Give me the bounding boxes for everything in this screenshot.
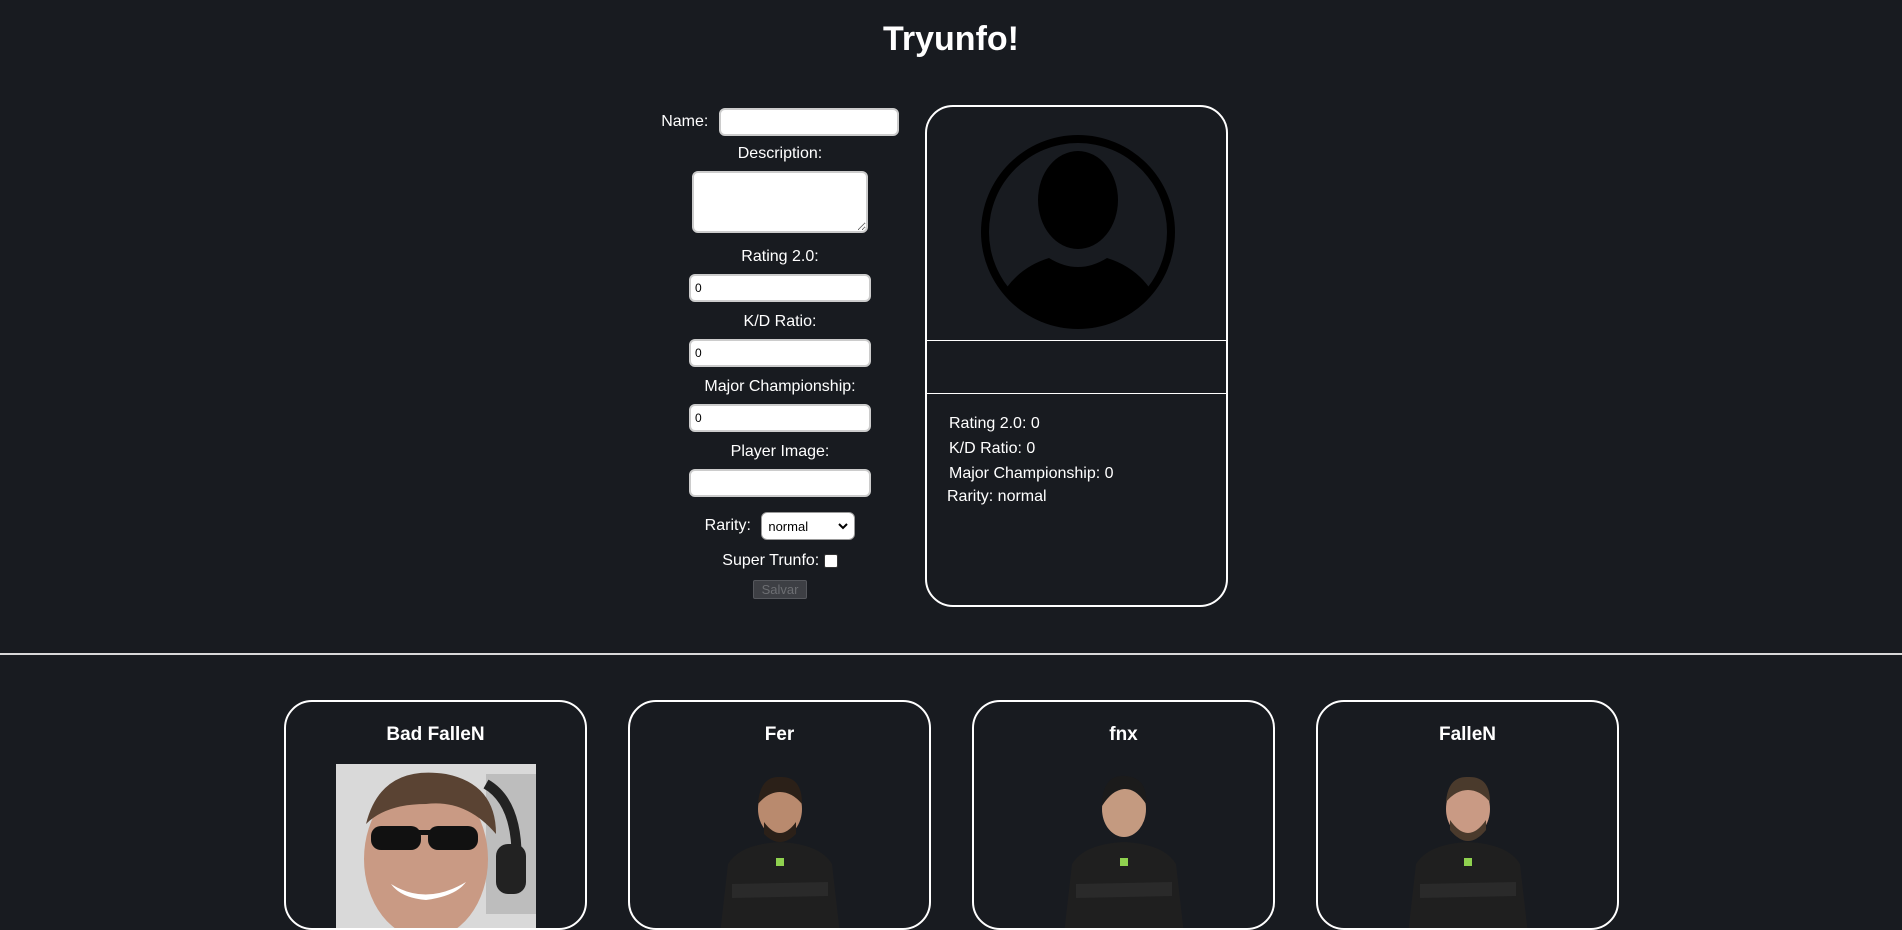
rating-input[interactable] bbox=[689, 274, 871, 302]
player-card: Bad FalleN bbox=[284, 700, 587, 930]
rarity-label: Rarity: bbox=[704, 517, 751, 535]
preview-rating: Rating 2.0: 0 bbox=[949, 415, 1040, 432]
name-input[interactable] bbox=[718, 108, 899, 136]
kd-ratio-input[interactable] bbox=[689, 339, 871, 367]
description-label: Description: bbox=[737, 145, 823, 162]
section-divider bbox=[0, 653, 1902, 655]
major-championship-label: Major Championship: bbox=[704, 378, 856, 395]
card-player-name: Fer bbox=[764, 724, 795, 745]
player-photo-jersey bbox=[1368, 764, 1568, 928]
card-player-name: FalleN bbox=[1438, 724, 1497, 745]
card-player-name: fnx bbox=[1109, 724, 1138, 745]
default-avatar-icon bbox=[977, 124, 1179, 340]
player-image-label: Player Image: bbox=[730, 443, 830, 460]
rarity-selected-value: normal bbox=[768, 518, 809, 534]
chevron-down-icon bbox=[838, 523, 849, 530]
player-card: FalleN bbox=[1316, 700, 1619, 930]
page-title: Tryunfo! bbox=[883, 20, 1019, 58]
rating-label: Rating 2.0: bbox=[741, 248, 819, 265]
card-preview: Rating 2.0: 0 K/D Ratio: 0 Major Champio… bbox=[925, 105, 1228, 607]
preview-name-box bbox=[927, 340, 1226, 394]
description-textarea[interactable] bbox=[692, 171, 868, 233]
player-image-input[interactable] bbox=[689, 469, 871, 497]
card-player-name: Bad FalleN bbox=[386, 724, 485, 745]
kd-ratio-label: K/D Ratio: bbox=[743, 313, 817, 330]
player-card: fnx bbox=[972, 700, 1275, 930]
player-photo-jersey bbox=[1024, 764, 1224, 928]
super-trunfo-checkbox[interactable] bbox=[823, 553, 838, 568]
player-photo-webcam-sunglasses bbox=[336, 764, 536, 928]
save-button[interactable]: Salvar bbox=[752, 580, 808, 599]
super-trunfo-label: Super Trunfo: bbox=[722, 552, 820, 569]
rarity-select[interactable]: normal bbox=[761, 512, 856, 540]
player-card: Fer bbox=[628, 700, 931, 930]
preview-major-championship: Major Championship: 0 bbox=[949, 465, 1114, 482]
preview-kd-ratio: K/D Ratio: 0 bbox=[949, 440, 1036, 457]
player-photo-jersey bbox=[680, 764, 880, 928]
major-championship-input[interactable] bbox=[689, 404, 871, 432]
name-row: Name: bbox=[640, 108, 920, 136]
preview-rarity: Rarity: normal bbox=[947, 488, 1047, 505]
name-label: Name: bbox=[661, 113, 709, 131]
